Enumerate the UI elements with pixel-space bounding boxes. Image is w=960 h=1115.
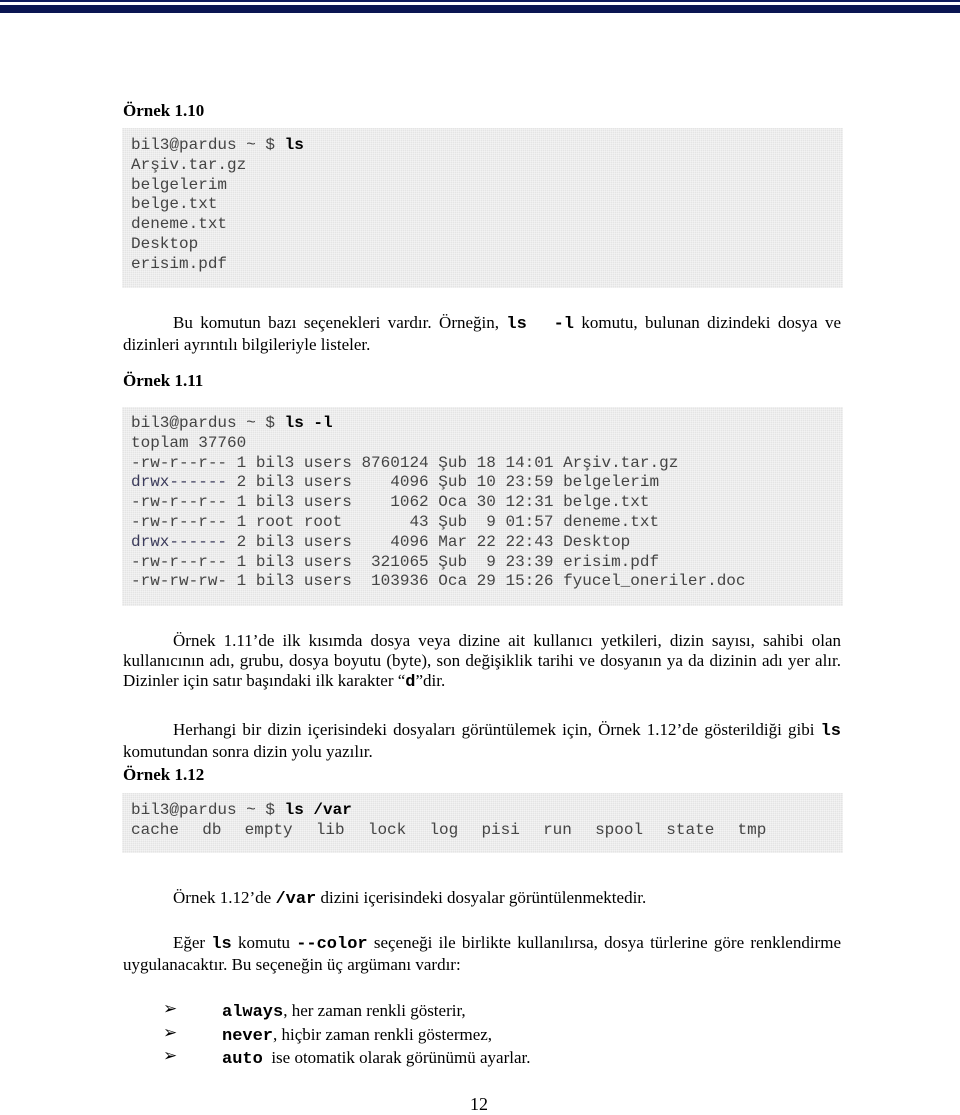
inline-code: ls -l xyxy=(506,315,574,334)
code-line-prompt: bil3@pardus ~ $ ls xyxy=(131,136,843,156)
inline-code: ls xyxy=(820,722,841,741)
arrow-bullet-icon: ➢ xyxy=(163,1023,178,1042)
text: ”dir. xyxy=(415,671,446,690)
code-line-output: deneme.txt xyxy=(131,215,228,234)
file-details: 2 bil3 users 4096 Mar 22 22:43 Desktop xyxy=(227,532,631,551)
header-line-thin xyxy=(0,0,960,2)
ls-row: drwx------ 2 bil3 users 4096 Şub 10 23:5… xyxy=(131,473,843,493)
header-bar xyxy=(0,0,960,15)
permissions: -rw-rw-rw- xyxy=(131,572,228,591)
example-1-10-title: Örnek 1.10 xyxy=(123,101,205,120)
bullet-item: always, her zaman renkli gösterir, xyxy=(222,1001,466,1022)
code-line-output: Desktop xyxy=(131,234,199,253)
ls-row: -rw-r--r-- 1 bil3 users 321065 Şub 9 23:… xyxy=(131,553,843,573)
ls-row: -rw-r--r-- 1 bil3 users 8760124 Şub 18 1… xyxy=(131,454,843,474)
code-line-output: belgelerim xyxy=(131,175,228,194)
paragraph-dir-path: Herhangi bir dizin içerisindeki dosyalar… xyxy=(123,720,841,762)
code-line-output: Arşiv.tar.gz xyxy=(131,155,247,174)
arrow-bullet-icon: ➢ xyxy=(163,999,178,1018)
permissions: -rw-r--r-- xyxy=(131,453,228,472)
text: komutundan sonra dizin yolu yazılır. xyxy=(123,742,373,761)
paragraph-color-option: Eğer ls komutu --color seçeneği ile birl… xyxy=(123,933,841,975)
file-details: 1 bil3 users 321065 Şub 9 23:39 erisim.p… xyxy=(227,552,660,571)
file-details: 1 bil3 users 1062 Oca 30 12:31 belge.txt xyxy=(227,493,650,512)
file-details: 1 bil3 users 8760124 Şub 18 14:01 Arşiv.… xyxy=(227,453,679,472)
permissions: -rw-r--r-- xyxy=(131,493,228,512)
shell-prompt: bil3@pardus ~ $ xyxy=(131,136,285,154)
permissions: drwx------ xyxy=(131,532,228,551)
paragraph-ls-options: Bu komutun bazı seçenekleri vardır. Örne… xyxy=(123,313,841,355)
shell-prompt: bil3@pardus ~ $ xyxy=(131,414,285,432)
code-block-ls: bil3@pardus ~ $ ls Arşiv.tar.gz belgeler… xyxy=(122,128,843,288)
text: , hiçbir zaman renkli göstermez, xyxy=(273,1025,493,1044)
text: Eğer xyxy=(173,933,212,952)
text: dizini içerisindeki dosyalar görüntülenm… xyxy=(316,888,647,907)
code-line-prompt: bil3@pardus ~ $ ls /var xyxy=(131,801,843,821)
inline-code: d xyxy=(405,673,416,692)
file-details: 1 bil3 users 103936 Oca 29 15:26 fyucel_… xyxy=(227,572,746,591)
text: Örnek 1.12’de xyxy=(173,888,276,907)
bullet-item: auto ise otomatik olarak görünümü ayarla… xyxy=(222,1048,531,1069)
example-1-12-title: Örnek 1.12 xyxy=(123,765,205,784)
code-block-ls-var: bil3@pardus ~ $ ls /var cache db empty l… xyxy=(122,793,843,853)
text: Herhangi bir dizin içerisindeki dosyalar… xyxy=(173,720,821,739)
inline-code: never xyxy=(222,1027,274,1046)
file-details: 1 root root 43 Şub 9 01:57 deneme.txt xyxy=(227,512,660,531)
example-1-11-title: Örnek 1.11 xyxy=(123,371,204,390)
permissions: -rw-r--r-- xyxy=(131,512,228,531)
inline-code: --color xyxy=(296,935,368,954)
header-line-thick xyxy=(0,5,960,13)
arrow-bullet-icon: ➢ xyxy=(163,1046,178,1065)
bullet-item: never, hiçbir zaman renkli göstermez, xyxy=(222,1025,492,1046)
text: komutu xyxy=(231,933,297,952)
ls-row: -rw-rw-rw- 1 bil3 users 103936 Oca 29 15… xyxy=(131,572,843,592)
inline-code: always xyxy=(222,1003,284,1022)
ls-row: -rw-r--r-- 1 bil3 users 1062 Oca 30 12:3… xyxy=(131,493,843,513)
permissions: drwx------ xyxy=(131,473,228,492)
code-line-output: cache db empty lib lock log pisi run spo… xyxy=(131,820,767,839)
paragraph-var-explanation: Örnek 1.12’de /var dizini içerisindeki d… xyxy=(123,888,841,910)
ls-row: -rw-r--r-- 1 root root 43 Şub 9 01:57 de… xyxy=(131,513,843,533)
permissions: -rw-r--r-- xyxy=(131,552,228,571)
ls-listing: -rw-r--r-- 1 bil3 users 8760124 Şub 18 1… xyxy=(131,454,843,593)
code-line-output: erisim.pdf xyxy=(131,254,228,273)
text: Bu komutun bazı seçenekleri vardır. Örne… xyxy=(173,313,507,332)
ls-row: drwx------ 2 bil3 users 4096 Mar 22 22:4… xyxy=(131,533,843,553)
inline-code: /var xyxy=(275,890,317,909)
shell-command: ls /var xyxy=(284,801,352,819)
code-line-total: toplam 37760 xyxy=(131,433,247,452)
code-line-output: belge.txt xyxy=(131,195,218,214)
shell-prompt: bil3@pardus ~ $ xyxy=(131,801,285,819)
inline-code: auto xyxy=(222,1050,263,1069)
code-line-prompt: bil3@pardus ~ $ ls -l xyxy=(131,414,843,434)
shell-command: ls -l xyxy=(284,414,333,432)
text: Örnek 1.11’de ilk kısımda dosya veya diz… xyxy=(123,631,841,690)
inline-code: ls xyxy=(211,935,232,954)
text: ise otomatik olarak görünümü ayarlar. xyxy=(262,1048,531,1067)
code-block-ls-l: bil3@pardus ~ $ ls -l toplam 37760 -rw-r… xyxy=(122,407,843,606)
shell-command: ls xyxy=(284,136,304,154)
paragraph-ls-explanation: Örnek 1.11’de ilk kısımda dosya veya diz… xyxy=(123,631,841,693)
file-details: 2 bil3 users 4096 Şub 10 23:59 belgeleri… xyxy=(227,473,660,492)
text: , her zaman renkli gösterir, xyxy=(283,1001,466,1020)
